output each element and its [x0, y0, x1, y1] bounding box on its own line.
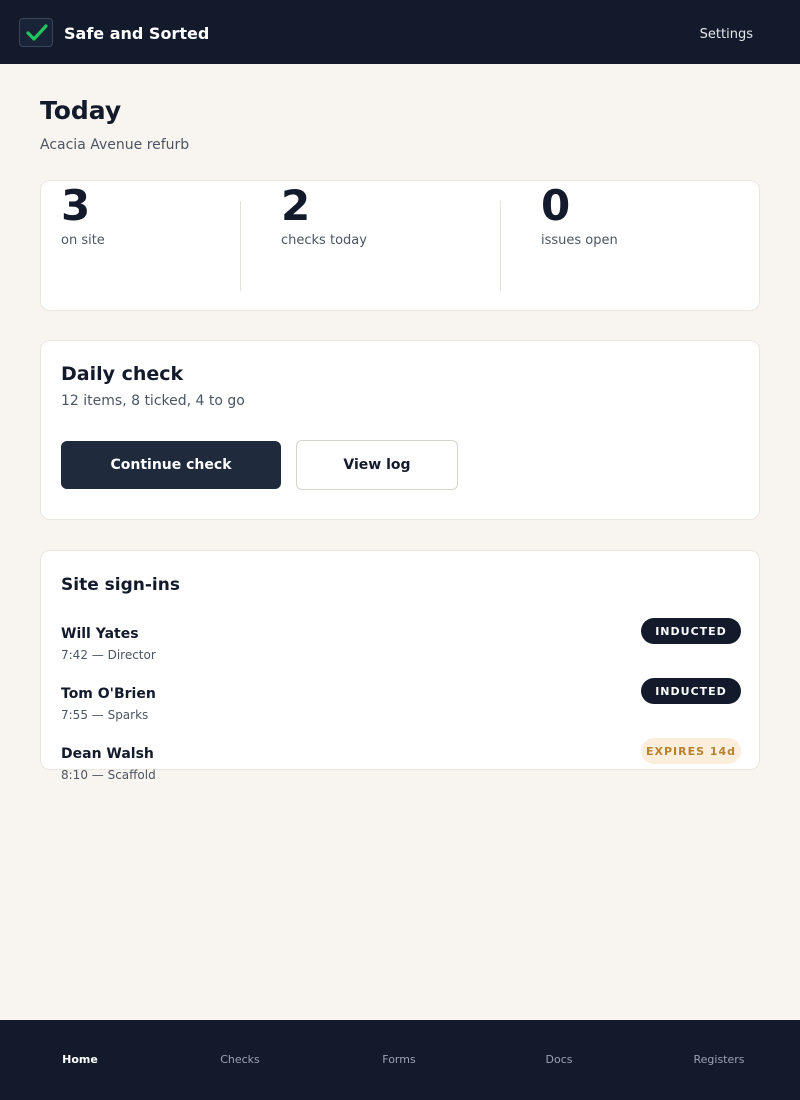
daily-check-title: Daily check [61, 363, 184, 385]
stat-divider [240, 201, 241, 291]
stat-value: 0 [541, 181, 571, 230]
signin-name: Will Yates [61, 626, 139, 642]
signin-time-role: 7:55 — Sparks [61, 708, 149, 722]
signin-time-role: 7:42 — Director [61, 648, 156, 662]
signin-name: Tom O'Brien [61, 686, 156, 702]
nav-registers[interactable]: Registers [669, 1053, 769, 1066]
check-icon [26, 24, 48, 41]
nav-checks[interactable]: Checks [190, 1053, 290, 1066]
status-badge: INDUCTED [641, 678, 741, 704]
stat-label: checks today [281, 233, 367, 248]
expiry-badge: EXPIRES 14d [641, 738, 741, 764]
settings-link[interactable]: Settings [700, 27, 753, 42]
daily-check-summary: 12 items, 8 ticked, 4 to go [61, 393, 245, 409]
signin-name: Dean Walsh [61, 746, 154, 762]
continue-check-button[interactable]: Continue check [61, 441, 281, 489]
stat-label: on site [61, 233, 105, 248]
project-name: Acacia Avenue refurb [40, 137, 190, 153]
top-bar: Safe and Sorted Settings [0, 0, 800, 64]
stat-divider [500, 201, 501, 291]
nav-home[interactable]: Home [30, 1053, 130, 1066]
app-title: Safe and Sorted [64, 24, 210, 43]
stat-label: issues open [541, 233, 618, 248]
site-signins-title: Site sign-ins [61, 575, 180, 595]
bottom-nav: Home Checks Forms Docs Registers [0, 1020, 800, 1100]
signin-row[interactable]: Dean Walsh 8:10 — Scaffold EXPIRES 14d [61, 738, 741, 796]
stat-value: 2 [281, 181, 311, 230]
nav-forms[interactable]: Forms [349, 1053, 449, 1066]
daily-check-card: Daily check 12 items, 8 ticked, 4 to go … [40, 340, 760, 520]
status-badge: INDUCTED [641, 618, 741, 644]
page-title: Today [40, 96, 122, 125]
signin-time-role: 8:10 — Scaffold [61, 768, 156, 782]
stat-value: 3 [61, 181, 91, 230]
signin-row[interactable]: Will Yates 7:42 — Director INDUCTED [61, 618, 741, 676]
site-signins-card: Site sign-ins Will Yates 7:42 — Director… [40, 550, 760, 782]
app-logo[interactable] [19, 18, 53, 47]
view-log-button[interactable]: View log [296, 440, 458, 490]
nav-docs[interactable]: Docs [509, 1053, 609, 1066]
stats-card: 3 on site 2 checks today 0 issues open [40, 180, 760, 311]
signin-row[interactable]: Tom O'Brien 7:55 — Sparks INDUCTED [61, 678, 741, 736]
